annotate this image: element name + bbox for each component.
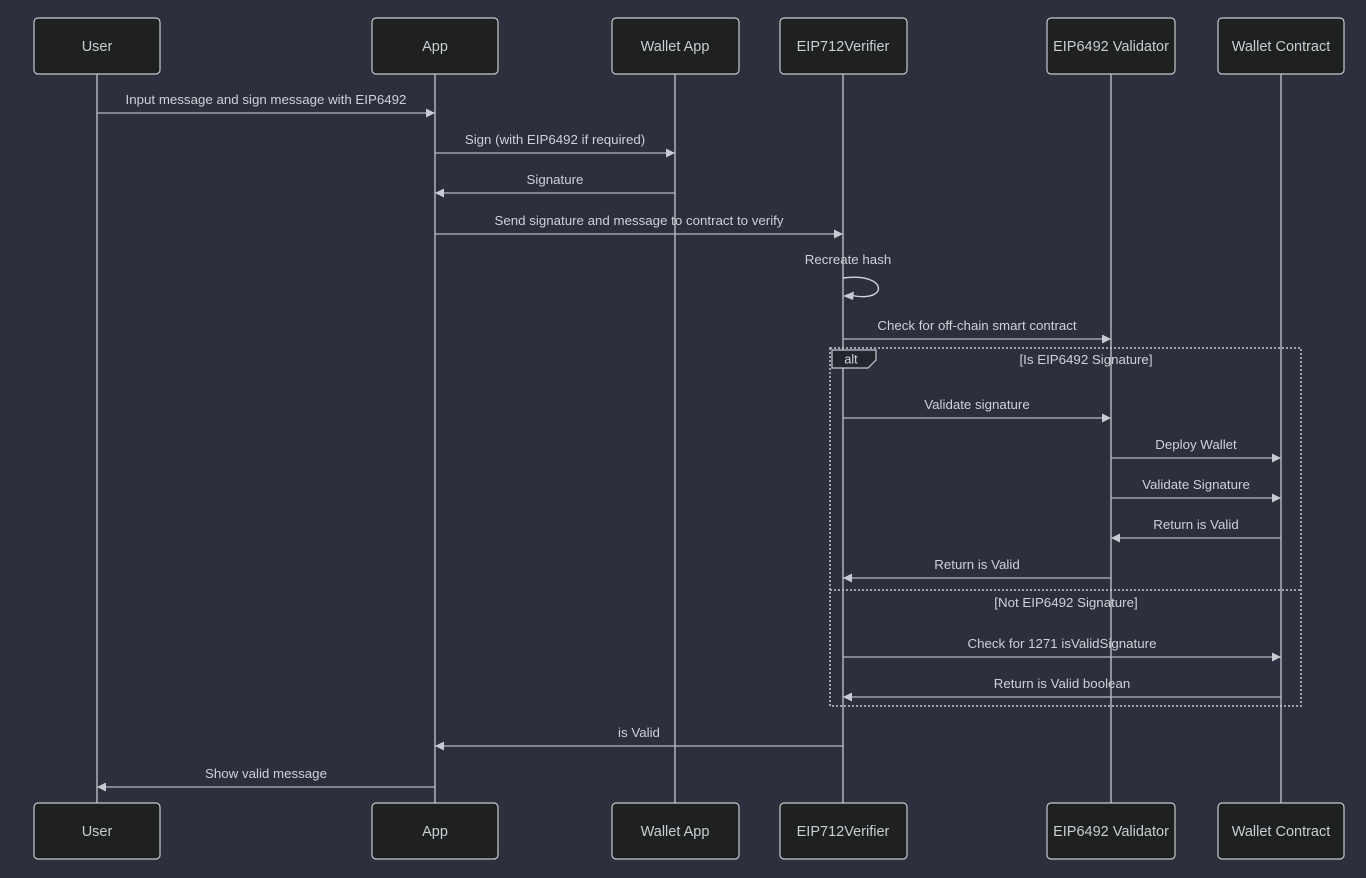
actor-label-verifier-bottom: EIP712Verifier: [797, 824, 890, 840]
actor-label-validator-bottom: EIP6492 Validator: [1053, 824, 1169, 840]
arrowhead-m1: [426, 108, 435, 118]
arrowhead-m14: [435, 741, 444, 751]
arrowhead-m6: [1102, 334, 1111, 344]
actor-label-walletapp-top: Wallet App: [641, 39, 710, 55]
message-label-m5: Recreate hash: [805, 252, 891, 267]
message-label-m11: Return is Valid: [934, 557, 1019, 572]
message-m4[interactable]: Send signature and message to contract t…: [435, 213, 843, 239]
actor-validator-top[interactable]: EIP6492 Validator: [1046, 17, 1176, 75]
arrowhead-m9: [1272, 493, 1281, 503]
message-label-m1: Input message and sign message with EIP6…: [126, 92, 407, 107]
arrowhead-m4: [834, 229, 843, 239]
message-label-m14: is Valid: [618, 725, 660, 740]
message-m12[interactable]: Check for 1271 isValidSignature: [843, 636, 1281, 662]
message-m10[interactable]: Return is Valid: [1111, 517, 1281, 543]
message-label-m7: Validate signature: [924, 397, 1029, 412]
arrowhead-m3: [435, 188, 444, 198]
messages-layer: Input message and sign message with EIP6…: [97, 92, 1281, 792]
actor-contract-top[interactable]: Wallet Contract: [1217, 17, 1345, 75]
arrowhead-m11: [843, 573, 852, 583]
message-m3[interactable]: Signature: [435, 172, 675, 198]
actor-verifier-bottom[interactable]: EIP712Verifier: [779, 802, 908, 860]
message-label-m2: Sign (with EIP6492 if required): [465, 132, 645, 147]
actor-label-contract-bottom: Wallet Contract: [1232, 824, 1331, 840]
message-label-m6: Check for off-chain smart contract: [877, 318, 1077, 333]
actor-label-validator-top: EIP6492 Validator: [1053, 39, 1169, 55]
message-m6[interactable]: Check for off-chain smart contract: [843, 318, 1111, 344]
message-m1[interactable]: Input message and sign message with EIP6…: [97, 92, 435, 118]
arrowhead-m15: [97, 782, 106, 792]
fragment-condition-label: [Not EIP6492 Signature]: [994, 595, 1137, 610]
actors-layer: User App Wallet App EIP712Verifier EIP6492 V…: [33, 17, 1345, 860]
actor-label-user-top: User: [82, 39, 113, 55]
message-label-m12: Check for 1271 isValidSignature: [968, 636, 1157, 651]
arrowhead-m13: [843, 692, 852, 702]
arrowhead-m10: [1111, 533, 1120, 543]
message-m11[interactable]: Return is Valid: [843, 557, 1111, 583]
fragment-kind-label: alt: [844, 352, 858, 366]
arrowhead-m2: [666, 148, 675, 158]
actor-verifier-top[interactable]: EIP712Verifier: [779, 17, 908, 75]
arrowhead-m7: [1102, 413, 1111, 423]
message-label-m10: Return is Valid: [1153, 517, 1238, 532]
message-label-m15: Show valid message: [205, 766, 327, 781]
message-m5[interactable]: Recreate hash: [805, 252, 891, 300]
message-m8[interactable]: Deploy Wallet: [1111, 437, 1281, 463]
message-m7[interactable]: Validate signature: [843, 397, 1111, 423]
sequence-diagram-svg: alt [Is EIP6492 Signature] [Not EIP6492 Si…: [33, 17, 1345, 860]
actor-user-top[interactable]: User: [33, 17, 161, 75]
actor-walletapp-top[interactable]: Wallet App: [611, 17, 740, 75]
message-m13[interactable]: Return is Valid boolean: [843, 676, 1281, 702]
actor-label-user-bottom: User: [82, 824, 113, 840]
actor-label-walletapp-bottom: Wallet App: [641, 824, 710, 840]
sequence-diagram-canvas: alt [Is EIP6492 Signature] [Not EIP6492 Si…: [0, 0, 1366, 878]
message-m15[interactable]: Show valid message: [97, 766, 435, 792]
self-loop-path: [842, 276, 880, 298]
actor-user-bottom[interactable]: User: [33, 802, 161, 860]
message-label-m4: Send signature and message to contract t…: [495, 213, 784, 228]
message-label-m3: Signature: [527, 172, 584, 187]
arrowhead-m8: [1272, 453, 1281, 463]
actor-walletapp-bottom[interactable]: Wallet App: [611, 802, 740, 860]
arrowhead-m5: [843, 291, 854, 300]
fragment-condition-label: [Is EIP6492 Signature]: [1019, 352, 1152, 367]
message-m9[interactable]: Validate Signature: [1111, 477, 1281, 503]
actor-app-top[interactable]: App: [371, 17, 499, 75]
actor-label-contract-top: Wallet Contract: [1232, 39, 1331, 55]
actor-label-app-bottom: App: [422, 824, 448, 840]
actor-validator-bottom[interactable]: EIP6492 Validator: [1046, 802, 1176, 860]
actor-contract-bottom[interactable]: Wallet Contract: [1217, 802, 1345, 860]
lifelines-layer: [96, 74, 1282, 803]
message-label-m13: Return is Valid boolean: [994, 676, 1131, 691]
arrowhead-m12: [1272, 652, 1281, 662]
message-m2[interactable]: Sign (with EIP6492 if required): [435, 132, 675, 158]
actor-app-bottom[interactable]: App: [371, 802, 499, 860]
actor-label-verifier-top: EIP712Verifier: [797, 39, 890, 55]
message-label-m9: Validate Signature: [1142, 477, 1250, 492]
actor-label-app-top: App: [422, 39, 448, 55]
message-label-m8: Deploy Wallet: [1155, 437, 1237, 452]
message-m14[interactable]: is Valid: [435, 725, 843, 751]
